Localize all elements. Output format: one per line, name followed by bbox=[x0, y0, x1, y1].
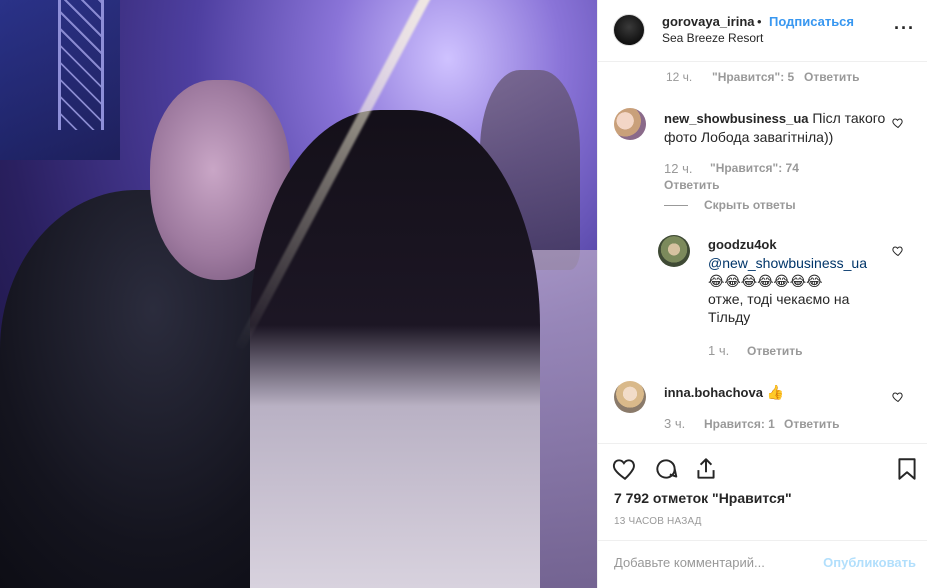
commenter-avatar[interactable] bbox=[614, 381, 646, 413]
comment-likes[interactable]: "Нравится": 74 bbox=[710, 161, 799, 175]
comment-heart-icon[interactable] bbox=[892, 117, 904, 129]
publish-button[interactable]: Опубликовать bbox=[823, 555, 916, 570]
post-header: gorovaya_irina • Подписаться Sea Breeze … bbox=[598, 0, 927, 62]
post-side-panel: gorovaya_irina • Подписаться Sea Breeze … bbox=[597, 0, 927, 588]
bookmark-icon[interactable] bbox=[894, 456, 920, 482]
comment-bubble-icon[interactable] bbox=[653, 456, 679, 482]
comment-username[interactable]: new_showbusiness_ua bbox=[664, 111, 809, 126]
comment-username[interactable]: inna.bohachova bbox=[664, 385, 763, 400]
comment-username[interactable]: goodzu4ok bbox=[708, 236, 888, 254]
author-avatar[interactable] bbox=[613, 14, 645, 46]
reply-button[interactable]: Ответить bbox=[804, 70, 859, 84]
commenter-avatar[interactable] bbox=[614, 108, 646, 140]
reply-button[interactable]: Ответить bbox=[784, 417, 839, 431]
add-comment-bar: Опубликовать bbox=[598, 540, 927, 588]
comment-emoji: 😂😂😂😂😂😂😂 bbox=[708, 273, 823, 289]
comment-time[interactable]: 12 ч. bbox=[664, 161, 692, 176]
comments-list[interactable]: 12 ч. "Нравится": 5 Ответить new_showbus… bbox=[598, 63, 927, 443]
comment-time[interactable]: 1 ч. bbox=[708, 343, 729, 358]
post-actions: 7 792 отметок "Нравится" 13 ЧАСОВ НАЗАД … bbox=[598, 443, 927, 588]
comment-likes[interactable]: Нравится: 1 bbox=[704, 417, 775, 431]
post-time[interactable]: 13 ЧАСОВ НАЗАД bbox=[614, 516, 702, 527]
commenter-avatar[interactable] bbox=[658, 235, 690, 267]
likes-count[interactable]: 7 792 отметок "Нравится" bbox=[614, 490, 792, 506]
separator-dot: • bbox=[757, 14, 762, 29]
location-link[interactable]: Sea Breeze Resort bbox=[662, 31, 763, 45]
comment-body: inna.bohachova 👍 bbox=[664, 383, 884, 402]
share-icon[interactable] bbox=[693, 456, 719, 482]
comment-heart-icon[interactable] bbox=[892, 391, 904, 403]
post-photo[interactable] bbox=[0, 0, 597, 588]
comment-body: new_showbusiness_ua Післ такого фото Лоб… bbox=[664, 109, 894, 146]
follow-button[interactable]: Подписаться bbox=[769, 14, 854, 29]
comment-mention[interactable]: @new_showbusiness_ua bbox=[708, 254, 888, 272]
comment-heart-icon[interactable] bbox=[892, 245, 904, 257]
comment-likes[interactable]: "Нравится": 5 bbox=[712, 70, 794, 84]
comment-input[interactable] bbox=[614, 555, 804, 570]
like-heart-icon[interactable] bbox=[612, 456, 638, 482]
replies-divider bbox=[664, 205, 688, 206]
stage-truss bbox=[58, 0, 104, 130]
author-username[interactable]: gorovaya_irina bbox=[662, 14, 755, 29]
comment-text: 👍 bbox=[762, 384, 785, 400]
comment-body: goodzu4ok @new_showbusiness_ua 😂😂😂😂😂😂😂 о… bbox=[708, 236, 888, 326]
ellipsis-icon[interactable]: ··· bbox=[894, 18, 915, 39]
comment-time[interactable]: 12 ч. bbox=[666, 70, 692, 84]
reply-button[interactable]: Ответить bbox=[664, 178, 719, 192]
reply-button[interactable]: Ответить bbox=[747, 344, 802, 358]
woman-figure bbox=[250, 110, 540, 588]
comment-time[interactable]: 3 ч. bbox=[664, 416, 685, 431]
comment-text: отже, тоді чекаємо на Тільду bbox=[708, 291, 850, 325]
hide-replies-button[interactable]: Скрыть ответы bbox=[704, 198, 796, 212]
